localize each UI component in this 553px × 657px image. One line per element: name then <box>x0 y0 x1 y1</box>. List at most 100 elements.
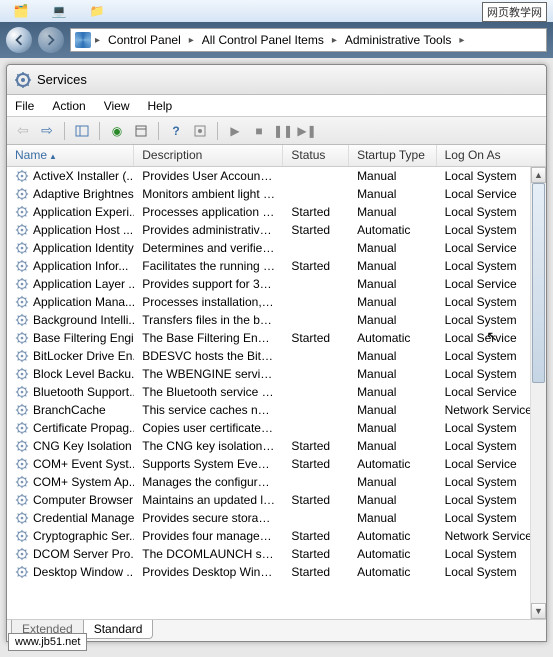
service-name-cell: DCOM Server Pro... <box>7 547 134 561</box>
breadcrumb-segment[interactable]: All Control Panel Items <box>198 33 328 47</box>
column-name[interactable]: Name▲ <box>7 145 134 166</box>
service-desc-cell: Provides four managem... <box>134 529 283 543</box>
service-status-cell: Started <box>283 547 349 561</box>
tab-standard[interactable]: Standard <box>83 620 154 639</box>
service-row[interactable]: Application Mana...Processes installatio… <box>7 293 546 311</box>
menu-view[interactable]: View <box>104 99 130 113</box>
properties-button[interactable] <box>190 121 210 141</box>
service-name-cell: BranchCache <box>7 403 134 417</box>
service-desc-cell: Provides User Account C... <box>134 169 283 183</box>
menu-help[interactable]: Help <box>148 99 173 113</box>
service-row[interactable]: COM+ Event Syst...Supports System Event … <box>7 455 546 473</box>
service-startup-cell: Manual <box>349 277 437 291</box>
service-startup-cell: Manual <box>349 187 437 201</box>
services-window: Services File Action View Help ⇦ ⇨ ◉ ? ▶… <box>6 64 547 642</box>
service-desc-cell: Transfers files in the bac... <box>134 313 283 327</box>
back-button[interactable] <box>6 27 32 53</box>
pause-service-button[interactable]: ❚❚ <box>273 121 293 141</box>
service-row[interactable]: Application Infor...Facilitates the runn… <box>7 257 546 275</box>
column-startup-type[interactable]: Startup Type <box>349 145 437 166</box>
column-status[interactable]: Status <box>283 145 349 166</box>
restart-service-button[interactable]: ▶❚ <box>297 121 317 141</box>
service-desc-cell: Determines and verifies t... <box>134 241 283 255</box>
service-status-cell: Started <box>283 493 349 507</box>
service-desc-cell: Provides support for 3rd ... <box>134 277 283 291</box>
chevron-right-icon[interactable]: ▸ <box>459 35 464 46</box>
service-startup-cell: Manual <box>349 295 437 309</box>
help-button[interactable]: ? <box>166 121 186 141</box>
service-row[interactable]: BranchCacheThis service caches netw...Ma… <box>7 401 546 419</box>
desktop-shortcut-icon[interactable]: 🗂️ <box>10 0 32 22</box>
nav-back-button[interactable]: ⇦ <box>13 121 33 141</box>
service-row[interactable]: Cryptographic Ser...Provides four manage… <box>7 527 546 545</box>
refresh-button[interactable] <box>131 121 151 141</box>
control-panel-icon <box>75 32 91 48</box>
service-row[interactable]: DCOM Server Pro...The DCOMLAUNCH serv...… <box>7 545 546 563</box>
window-title: Services <box>37 72 87 87</box>
service-row[interactable]: Application Experi...Processes applicati… <box>7 203 546 221</box>
service-row[interactable]: Application Layer ...Provides support fo… <box>7 275 546 293</box>
service-row[interactable]: Certificate Propag...Copies user certifi… <box>7 419 546 437</box>
menu-file[interactable]: File <box>15 99 34 113</box>
service-row[interactable]: COM+ System Ap...Manages the configurati… <box>7 473 546 491</box>
column-description[interactable]: Description <box>134 145 283 166</box>
start-service-button[interactable]: ▶ <box>225 121 245 141</box>
service-startup-cell: Manual <box>349 511 437 525</box>
show-hide-tree-button[interactable] <box>72 121 92 141</box>
service-desc-cell: Maintains an updated lis... <box>134 493 283 507</box>
service-row[interactable]: Block Level Backu...The WBENGINE service… <box>7 365 546 383</box>
desktop-shortcut-icon[interactable]: 💻 <box>48 0 70 22</box>
export-list-button[interactable]: ◉ <box>107 121 127 141</box>
menu-action[interactable]: Action <box>52 99 85 113</box>
service-row[interactable]: Base Filtering Engi...The Base Filtering… <box>7 329 546 347</box>
service-desc-cell: Provides administrative s... <box>134 223 283 237</box>
service-name-cell: CNG Key Isolation <box>7 439 134 453</box>
stop-service-button[interactable]: ■ <box>249 121 269 141</box>
service-desc-cell: The Base Filtering Engine... <box>134 331 283 345</box>
service-desc-cell: Processes installation, re... <box>134 295 283 309</box>
service-row[interactable]: ActiveX Installer (...Provides User Acco… <box>7 167 546 185</box>
service-name-cell: COM+ System Ap... <box>7 475 134 489</box>
chevron-right-icon[interactable]: ▸ <box>189 35 194 46</box>
service-row[interactable]: Bluetooth Support...The Bluetooth servic… <box>7 383 546 401</box>
chevron-right-icon[interactable]: ▸ <box>332 35 337 46</box>
service-name-cell: Application Experi... <box>7 205 134 219</box>
service-startup-cell: Manual <box>349 421 437 435</box>
nav-forward-button[interactable]: ⇨ <box>37 121 57 141</box>
service-row[interactable]: Credential ManagerProvides secure storag… <box>7 509 546 527</box>
service-startup-cell: Automatic <box>349 457 437 471</box>
service-name-cell: Desktop Window ... <box>7 565 134 579</box>
service-startup-cell: Manual <box>349 169 437 183</box>
service-row[interactable]: Application Host ...Provides administrat… <box>7 221 546 239</box>
service-row[interactable]: Background Intelli...Transfers files in … <box>7 311 546 329</box>
service-desc-cell: Processes application co... <box>134 205 283 219</box>
vertical-scrollbar[interactable]: ▲ ▼ <box>530 167 546 619</box>
service-row[interactable]: CNG Key IsolationThe CNG key isolation s… <box>7 437 546 455</box>
service-name-cell: Application Host ... <box>7 223 134 237</box>
service-desc-cell: The CNG key isolation se... <box>134 439 283 453</box>
service-row[interactable]: BitLocker Drive En...BDESVC hosts the Bi… <box>7 347 546 365</box>
breadcrumb-segment[interactable]: Control Panel <box>104 33 185 47</box>
service-name-cell: Cryptographic Ser... <box>7 529 134 543</box>
service-startup-cell: Manual <box>349 493 437 507</box>
service-startup-cell: Automatic <box>349 565 437 579</box>
service-startup-cell: Automatic <box>349 223 437 237</box>
service-row[interactable]: Application IdentityDetermines and verif… <box>7 239 546 257</box>
service-status-cell: Started <box>283 259 349 273</box>
scroll-thumb[interactable] <box>532 183 545 383</box>
forward-button[interactable] <box>38 27 64 53</box>
service-desc-cell: Supports System Event N... <box>134 457 283 471</box>
service-desc-cell: Provides Desktop Windo... <box>134 565 283 579</box>
service-name-cell: Base Filtering Engi... <box>7 331 134 345</box>
scroll-down-button[interactable]: ▼ <box>531 603 546 619</box>
desktop-shortcut-icon[interactable]: 📁 <box>86 0 108 22</box>
breadcrumb-segment[interactable]: Administrative Tools <box>341 33 456 47</box>
column-log-on-as[interactable]: Log On As <box>437 145 546 166</box>
chevron-right-icon[interactable]: ▸ <box>95 35 100 46</box>
service-status-cell: Started <box>283 457 349 471</box>
breadcrumb[interactable]: ▸ Control Panel ▸ All Control Panel Item… <box>70 28 547 52</box>
service-row[interactable]: Desktop Window ...Provides Desktop Windo… <box>7 563 546 581</box>
service-row[interactable]: Adaptive BrightnessMonitors ambient ligh… <box>7 185 546 203</box>
scroll-up-button[interactable]: ▲ <box>531 167 546 183</box>
service-row[interactable]: Computer BrowserMaintains an updated lis… <box>7 491 546 509</box>
